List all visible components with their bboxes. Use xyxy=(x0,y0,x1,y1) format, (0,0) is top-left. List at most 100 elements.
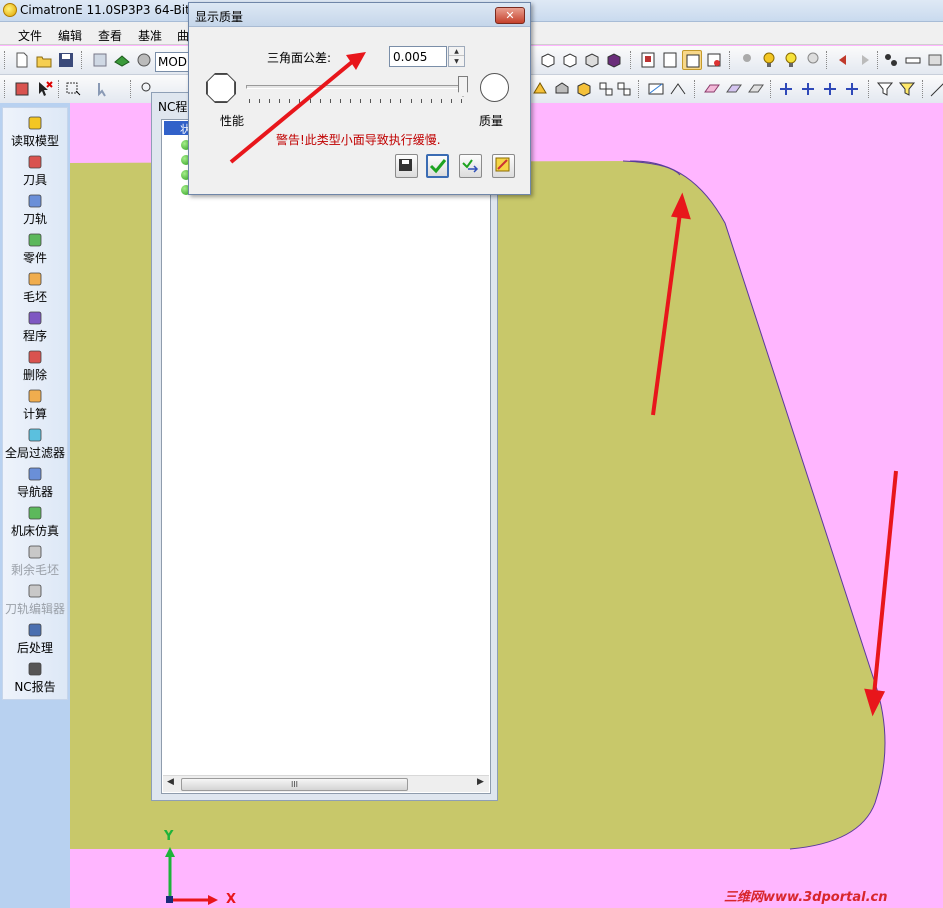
slider-tick xyxy=(430,99,432,103)
menu-file[interactable]: 文件 xyxy=(18,27,42,44)
axis-3-icon[interactable] xyxy=(820,79,840,99)
view-cube-3-icon[interactable] xyxy=(582,50,602,70)
scroll-thumb[interactable]: III xyxy=(181,778,408,791)
horizontal-scrollbar[interactable]: ◀ III ▶ xyxy=(163,775,489,792)
feature-2-icon[interactable] xyxy=(552,79,572,99)
spin-up-icon[interactable]: ▲ xyxy=(449,47,464,56)
slider-tick xyxy=(390,99,392,103)
nc-selected-row[interactable]: 状 xyxy=(164,121,190,135)
slider-tick xyxy=(349,99,351,103)
funnel-2-icon[interactable] xyxy=(897,79,917,99)
clear-button[interactable] xyxy=(492,154,515,178)
bulb-2-icon[interactable] xyxy=(781,50,801,70)
scroll-left-icon[interactable]: ◀ xyxy=(167,777,174,787)
light-gray-icon[interactable] xyxy=(737,50,757,70)
dialog-titlebar[interactable]: 显示质量 ✕ xyxy=(189,3,530,27)
cube-select-icon[interactable] xyxy=(12,79,32,99)
quality-slider-thumb[interactable] xyxy=(458,76,468,97)
select-box-icon[interactable] xyxy=(64,79,84,99)
pointer-x-icon[interactable] xyxy=(34,79,54,99)
open-file-icon[interactable] xyxy=(34,50,54,70)
dialog-body: 三角面公差: ▲ ▼ 性能 质量 警告!此类型小面导致执行缓慢. xyxy=(189,27,530,194)
nc-guide-item-12: 刀轨编辑器 xyxy=(2,583,68,617)
nc-guide-item-13[interactable]: 后处理 xyxy=(2,622,68,656)
feature-5-icon[interactable] xyxy=(614,79,634,99)
import-icon[interactable] xyxy=(90,50,110,70)
global-filter-icon xyxy=(27,427,43,443)
feature-1-icon[interactable] xyxy=(530,79,550,99)
menu-datum[interactable]: 基准 xyxy=(138,27,162,44)
view-cube-1-icon[interactable] xyxy=(538,50,558,70)
nc-guide-item-0[interactable]: 读取模型 xyxy=(2,115,68,149)
nc-guide-item-5[interactable]: 程序 xyxy=(2,310,68,344)
nc-guide-item-4[interactable]: 毛坯 xyxy=(2,271,68,305)
toolpath-editor-icon xyxy=(27,583,43,599)
toolpath-icon xyxy=(27,193,43,209)
arrow-left-icon[interactable] xyxy=(833,50,853,70)
ok-button[interactable] xyxy=(426,154,449,178)
nc-guide-item-1[interactable]: 刀具 xyxy=(2,154,68,188)
feature-4-icon[interactable] xyxy=(596,79,616,99)
bulb-off-icon[interactable] xyxy=(803,50,823,70)
apply-button[interactable] xyxy=(459,154,482,178)
scroll-right-icon[interactable]: ▶ xyxy=(477,777,484,787)
select-arrow-icon[interactable] xyxy=(94,79,114,99)
mode-combo[interactable]: MOD xyxy=(155,52,191,72)
nc-guide-item-3[interactable]: 零件 xyxy=(2,232,68,266)
navigator-icon xyxy=(27,466,43,482)
group-icon[interactable] xyxy=(881,50,901,70)
shade-icon[interactable] xyxy=(112,50,132,70)
tolerance-input[interactable] xyxy=(389,46,447,67)
display-mode-icon[interactable] xyxy=(704,50,724,70)
slider-tick xyxy=(319,99,321,103)
bulb-icon[interactable] xyxy=(759,50,779,70)
view-cube-2-icon[interactable] xyxy=(560,50,580,70)
tolerance-spinner[interactable]: ▲ ▼ xyxy=(448,46,465,67)
slider-tick xyxy=(370,99,372,103)
post-process-icon xyxy=(27,622,43,638)
nc-guide-item-label: 机床仿真 xyxy=(10,524,59,538)
view-cube-4-icon[interactable] xyxy=(604,50,624,70)
section-2-icon[interactable] xyxy=(660,50,680,70)
slider-tick xyxy=(279,99,281,103)
save-button[interactable] xyxy=(395,154,418,178)
plane-2-icon[interactable] xyxy=(724,79,744,99)
axis-2-icon[interactable] xyxy=(798,79,818,99)
display-quality-icon[interactable] xyxy=(682,50,702,70)
menu-edit[interactable]: 编辑 xyxy=(58,27,82,44)
nc-guide-item-8[interactable]: 全局过滤器 xyxy=(2,427,68,461)
nc-guide-item-7[interactable]: 计算 xyxy=(2,388,68,422)
dialog-title: 显示质量 xyxy=(195,10,244,24)
nc-process-tree[interactable]: 状 ◀ III ▶ xyxy=(161,119,491,794)
section-icon[interactable] xyxy=(638,50,658,70)
funnel-icon[interactable] xyxy=(875,79,895,99)
nc-guide-item-6[interactable]: 删除 xyxy=(2,349,68,383)
plane-icon[interactable] xyxy=(702,79,722,99)
plane-3-icon[interactable] xyxy=(746,79,766,99)
execute-icon xyxy=(27,388,43,404)
nc-guide-item-label: 刀具 xyxy=(22,173,47,187)
nc-guide-item-9[interactable]: 导航器 xyxy=(2,466,68,500)
nc-guide-item-2[interactable]: 刀轨 xyxy=(2,193,68,227)
feature-3-icon[interactable] xyxy=(574,79,594,99)
axis-4-icon[interactable] xyxy=(842,79,862,99)
line-icon[interactable] xyxy=(928,79,943,99)
nc-guide-item-14[interactable]: NC报告 xyxy=(2,661,68,695)
slider-tick xyxy=(380,99,382,103)
more-icon[interactable] xyxy=(925,50,943,70)
sketch-2-icon[interactable] xyxy=(668,79,688,99)
read-model-icon xyxy=(27,115,43,131)
close-button[interactable]: ✕ xyxy=(495,7,525,24)
nc-guide-item-label: 刀轨 xyxy=(22,212,47,226)
quality-slider[interactable] xyxy=(246,85,464,89)
save-file-icon[interactable] xyxy=(56,50,76,70)
menu-view[interactable]: 查看 xyxy=(98,27,122,44)
nc-guide-item-10[interactable]: 机床仿真 xyxy=(2,505,68,539)
settings-icon[interactable] xyxy=(134,50,154,70)
sketch-icon[interactable] xyxy=(646,79,666,99)
arrow-right-icon[interactable] xyxy=(855,50,875,70)
new-file-icon[interactable] xyxy=(12,50,32,70)
axis-1-icon[interactable] xyxy=(776,79,796,99)
measure-icon[interactable] xyxy=(903,50,923,70)
spin-down-icon[interactable]: ▼ xyxy=(449,57,464,66)
